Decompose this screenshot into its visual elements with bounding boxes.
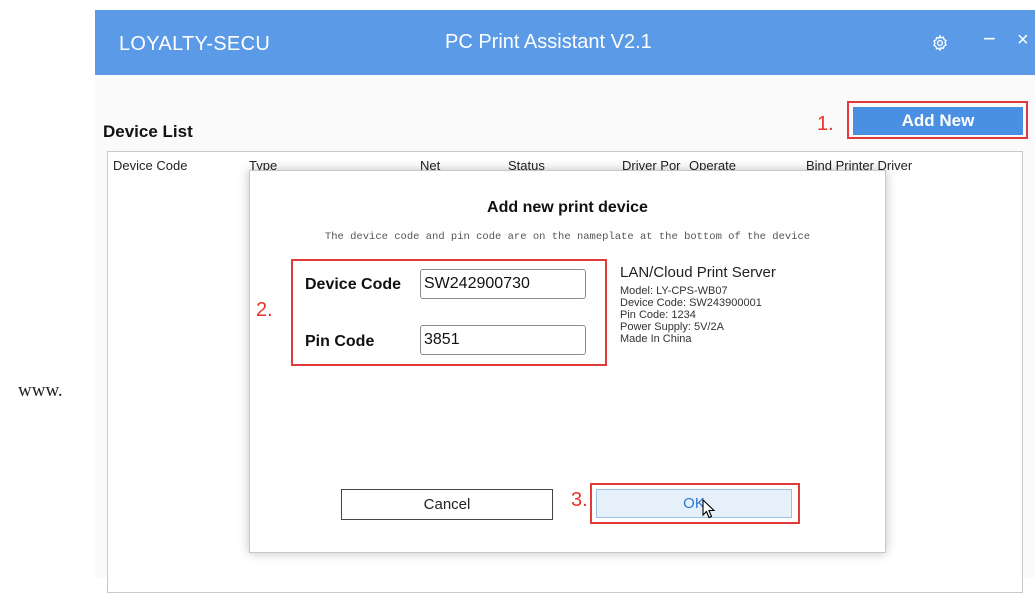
minimize-icon[interactable]: −: [983, 26, 996, 52]
nameplate-line: Made In China: [620, 333, 692, 345]
step-2-marker: 2.: [256, 299, 273, 321]
column-header[interactable]: Device Code: [113, 158, 187, 173]
dialog-hint: The device code and pin code are on the …: [324, 231, 811, 243]
add-device-dialog: Add new print device The device code and…: [249, 170, 886, 553]
nameplate-line: Pin Code: 1234: [620, 309, 696, 321]
background-document-text: www.: [18, 380, 63, 401]
pin-code-label: Pin Code: [305, 333, 375, 350]
ok-button[interactable]: OK: [596, 489, 792, 518]
brand-label: LOYALTY-SECU: [119, 33, 271, 55]
cancel-button[interactable]: Cancel: [341, 489, 553, 520]
title-bar: LOYALTY-SECU PC Print Assistant V2.1 − ×: [95, 10, 1035, 75]
nameplate-line: Model: LY-CPS-WB07: [620, 285, 728, 297]
step-3-marker: 3.: [571, 489, 588, 511]
device-code-label: Device Code: [305, 276, 402, 293]
window-title: PC Print Assistant V2.1: [445, 31, 652, 53]
nameplate-title: LAN/Cloud Print Server: [620, 264, 776, 281]
device-list-heading: Device List: [103, 122, 193, 141]
device-code-input[interactable]: [420, 269, 586, 299]
nameplate-info: LAN/Cloud Print Server Model: LY-CPS-WB0…: [620, 264, 776, 345]
nameplate-line: Device Code: SW243900001: [620, 297, 762, 309]
dialog-title: Add new print device: [487, 199, 648, 216]
cursor-icon: [702, 498, 716, 524]
gear-icon[interactable]: [931, 34, 949, 57]
step-1-marker: 1.: [817, 113, 834, 135]
add-new-button[interactable]: Add New: [853, 107, 1023, 135]
nameplate-line: Power Supply: 5V/2A: [620, 321, 724, 333]
close-icon[interactable]: ×: [1017, 29, 1029, 52]
pin-code-input[interactable]: [420, 325, 586, 355]
